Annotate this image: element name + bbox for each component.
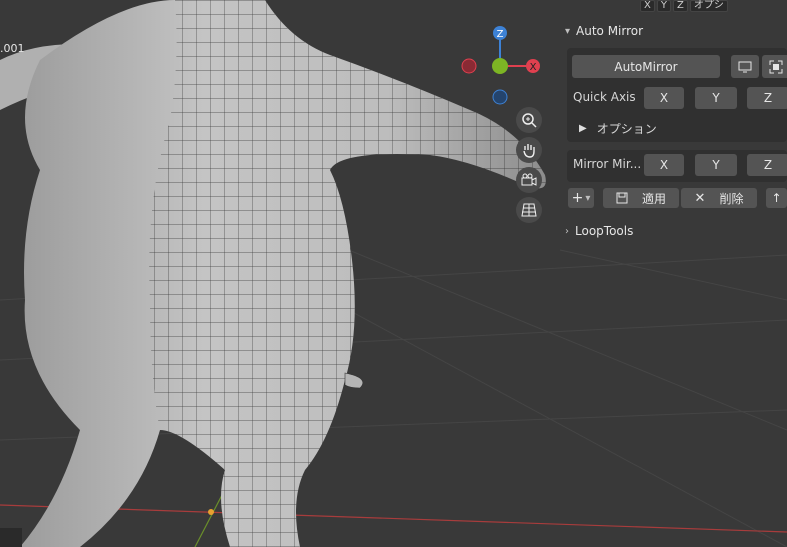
options-dropdown[interactable]: オプシ	[689, 0, 728, 12]
move-up-button[interactable]: ↑	[766, 188, 787, 208]
gizmo-neg-x-circle[interactable]	[461, 58, 477, 74]
gizmo-y-circle[interactable]	[492, 58, 508, 74]
svg-text:Z: Z	[497, 29, 504, 40]
options-label: オプション	[596, 122, 657, 136]
delete-button[interactable]: ✕ 削除	[681, 188, 757, 208]
corner-widget	[0, 528, 22, 547]
automirror-button[interactable]: AutoMirror	[572, 55, 720, 78]
axis-gizmo[interactable]: Z X	[455, 22, 545, 112]
sidebar-panel: ▾ Auto Mirror AutoMirror Quick Axis X Y …	[557, 16, 787, 547]
looptools-header[interactable]: › LoopTools	[565, 222, 633, 240]
monitor-icon[interactable]	[731, 55, 759, 78]
fullscreen-icon[interactable]	[762, 55, 787, 78]
object-name-label: .001	[0, 42, 25, 55]
header-axis-toggles: X Y Z オプシ	[640, 0, 728, 12]
camera-icon[interactable]	[516, 167, 542, 193]
save-icon	[616, 192, 628, 204]
origin-marker	[208, 509, 214, 515]
axis-toggle-z[interactable]: Z	[672, 0, 688, 12]
options-subpanel-header[interactable]: ▶ オプション	[579, 120, 657, 137]
mirror-axis-z-button[interactable]: Z	[747, 154, 787, 176]
arrow-up-icon: ↑	[771, 191, 782, 205]
grid-icon[interactable]	[516, 197, 542, 223]
close-icon: ✕	[694, 190, 706, 206]
mirror-axis-y-button[interactable]: Y	[695, 154, 737, 176]
chevron-right-icon: ›	[565, 225, 569, 237]
axis-toggle-y[interactable]: Y	[656, 0, 671, 12]
quick-axis-z-button[interactable]: Z	[747, 87, 787, 109]
chevron-down-icon: ▾	[565, 25, 571, 37]
chevron-right-icon: ▶	[579, 123, 587, 134]
chevron-down-icon: ▾	[585, 192, 591, 204]
svg-text:X: X	[530, 62, 537, 73]
hand-icon[interactable]	[516, 137, 542, 163]
mirror-label: Mirror Mir...	[573, 157, 642, 171]
quick-axis-y-button[interactable]: Y	[695, 87, 737, 109]
mirror-axis-x-button[interactable]: X	[644, 154, 684, 176]
add-dropdown-button[interactable]: + ▾	[568, 188, 594, 208]
gizmo-neg-z-circle[interactable]	[492, 89, 508, 105]
quick-axis-x-button[interactable]: X	[644, 87, 684, 109]
auto-mirror-header[interactable]: ▾ Auto Mirror	[565, 22, 643, 40]
apply-button[interactable]: 適用	[603, 188, 679, 208]
auto-mirror-title: Auto Mirror	[576, 24, 644, 38]
axis-toggle-x[interactable]: X	[640, 0, 655, 12]
zoom-icon[interactable]	[516, 107, 542, 133]
quick-axis-label: Quick Axis	[573, 90, 636, 104]
looptools-title: LoopTools	[575, 224, 634, 238]
